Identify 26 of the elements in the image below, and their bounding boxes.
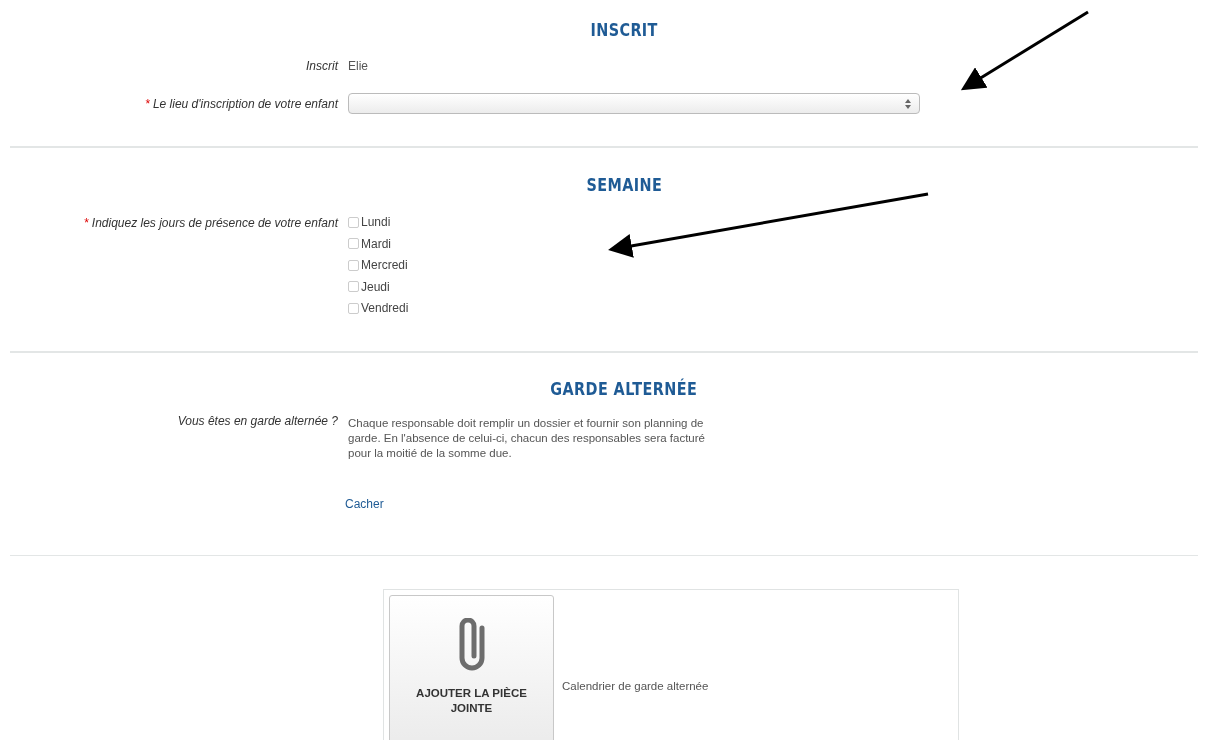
checkbox-option[interactable]: Vendredi xyxy=(348,300,409,317)
field-label: Vous êtes en garde alternée ? xyxy=(176,412,339,430)
checkbox[interactable] xyxy=(348,281,359,293)
hide-link[interactable]: Cacher xyxy=(345,496,384,511)
info-paragraph: Chaque responsable doit remplir un dossier et fournir son planning de garde. En l'absence de celui-ci, chacun des responsables sera facturé pour la moitié de la somme due. xyxy=(348,415,706,461)
checkbox[interactable] xyxy=(348,302,359,314)
field-label: * Indiquez les jours de présence de votre enfant xyxy=(82,215,340,232)
section-heading: GARDE ALTERNÉE xyxy=(550,376,698,401)
checkbox-option[interactable]: Mercredi xyxy=(348,257,409,274)
checkbox[interactable] xyxy=(348,216,359,228)
attachment-description: Calendrier de garde alternée xyxy=(562,678,709,694)
checkbox-option[interactable]: Mardi xyxy=(348,235,409,252)
dropdown-arrows-icon xyxy=(905,98,911,109)
checkbox-option[interactable]: Jeudi xyxy=(348,278,409,295)
checkbox[interactable] xyxy=(348,238,359,250)
checkbox[interactable] xyxy=(348,259,359,271)
required-mark: * xyxy=(144,96,151,111)
section-heading: SEMAINE xyxy=(586,173,662,197)
select-field[interactable] xyxy=(348,93,920,114)
checkbox-option[interactable]: Lundi xyxy=(348,214,409,231)
section-heading: INSCRIT xyxy=(590,18,658,42)
add-attachment-button[interactable]: AJOUTER LA PIÈCE JOINTE xyxy=(389,594,554,740)
required-mark: * xyxy=(83,216,90,230)
field-label: * Le lieu d'inscription de votre enfant xyxy=(143,95,340,113)
field-label: Inscrit xyxy=(305,58,340,75)
field-value: Elie xyxy=(348,58,368,75)
